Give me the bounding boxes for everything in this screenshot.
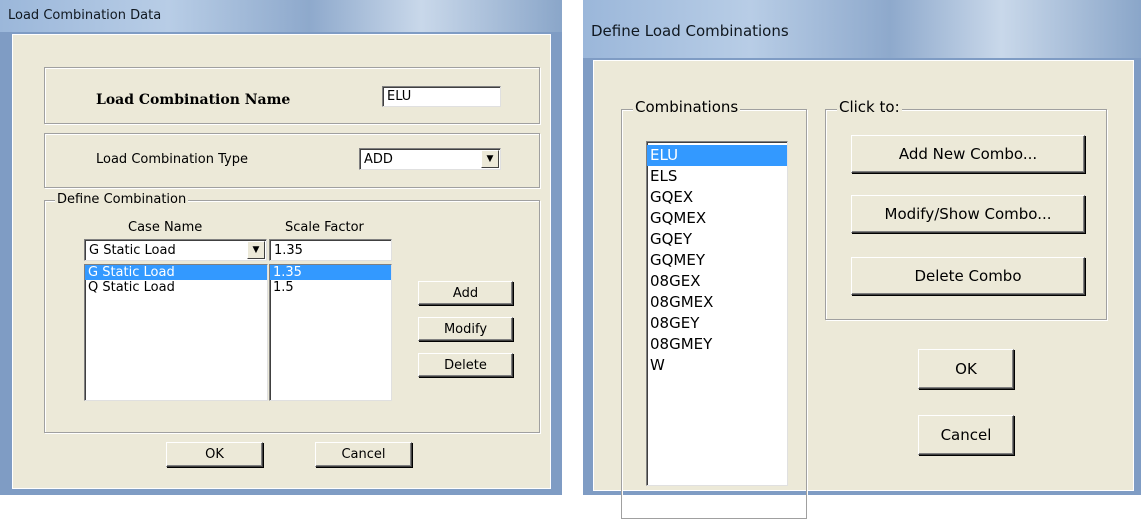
modify-show-combo-button[interactable]: Modify/Show Combo... bbox=[851, 195, 1085, 233]
case-list-item[interactable]: Q Static Load bbox=[85, 280, 267, 295]
cancel-button[interactable]: Cancel bbox=[315, 442, 412, 467]
scale-list[interactable]: 1.35 1.5 bbox=[269, 264, 392, 401]
title-bar: Define Load Combinations bbox=[583, 0, 1141, 58]
case-name-select[interactable]: G Static Load ▼ bbox=[84, 239, 267, 261]
combination-list-item[interactable]: GQEX bbox=[647, 187, 787, 208]
combination-list-item[interactable]: 08GMEY bbox=[647, 334, 787, 355]
combination-list-item[interactable]: ELS bbox=[647, 166, 787, 187]
combination-list-item[interactable]: GQMEY bbox=[647, 250, 787, 271]
combinations-list[interactable]: ELU ELS GQEX GQMEX GQEY GQMEY 08GEX 08GMEX 08GEY… bbox=[646, 141, 788, 486]
delete-combo-button[interactable]: Delete Combo bbox=[851, 257, 1085, 295]
dialog-title: Define Load Combinations bbox=[591, 22, 789, 40]
ok-button[interactable]: OK bbox=[166, 442, 263, 467]
chevron-down-icon[interactable]: ▼ bbox=[481, 150, 499, 168]
combination-list-item[interactable]: 08GMEX bbox=[647, 292, 787, 313]
load-combination-data-dialog: Load Combination Data Load Combination N… bbox=[0, 0, 562, 495]
combination-type-label: Load Combination Type bbox=[96, 152, 248, 167]
combinations-list-items: ELU ELS GQEX GQMEX GQEY GQMEY 08GEX 08GMEX 08GEY… bbox=[647, 145, 787, 376]
case-list-items: G Static Load Q Static Load bbox=[85, 265, 267, 295]
case-name-select-value: G Static Load bbox=[89, 242, 176, 258]
combination-list-item[interactable]: W bbox=[647, 355, 787, 376]
case-list-item[interactable]: G Static Load bbox=[85, 265, 267, 280]
define-combination-legend: Define Combination bbox=[55, 192, 189, 208]
scale-factor-input[interactable]: 1.35 bbox=[269, 239, 392, 261]
combination-name-input[interactable]: ELU bbox=[382, 86, 501, 107]
scale-factor-header: Scale Factor bbox=[285, 220, 364, 235]
click-to-legend: Click to: bbox=[837, 98, 902, 116]
combination-list-item[interactable]: ELU bbox=[647, 145, 787, 166]
add-button[interactable]: Add bbox=[418, 281, 513, 305]
title-bar: Load Combination Data bbox=[0, 0, 562, 32]
delete-button[interactable]: Delete bbox=[418, 353, 513, 377]
scale-list-items: 1.35 1.5 bbox=[270, 265, 391, 295]
dialog-body: Combinations ELU ELS GQEX GQMEX GQEY GQMEY 08G… bbox=[593, 60, 1134, 519]
add-new-combo-button[interactable]: Add New Combo... bbox=[851, 135, 1085, 173]
scale-list-item[interactable]: 1.35 bbox=[270, 265, 391, 280]
cancel-button[interactable]: Cancel bbox=[918, 415, 1014, 455]
combination-type-value: ADD bbox=[364, 151, 393, 167]
modify-button[interactable]: Modify bbox=[418, 317, 513, 341]
combination-list-item[interactable]: GQEY bbox=[647, 229, 787, 250]
scale-list-item[interactable]: 1.5 bbox=[270, 280, 391, 295]
dialog-title: Load Combination Data bbox=[8, 8, 162, 23]
case-list[interactable]: G Static Load Q Static Load bbox=[84, 264, 268, 401]
case-name-header: Case Name bbox=[128, 220, 203, 235]
combination-list-item[interactable]: 08GEX bbox=[647, 271, 787, 292]
dialog-body: Load Combination Name ELU Load Combinati… bbox=[12, 34, 551, 489]
combination-type-select[interactable]: ADD ▼ bbox=[359, 148, 501, 170]
combination-name-label: Load Combination Name bbox=[96, 92, 291, 108]
define-load-combinations-dialog: Define Load Combinations Combinations EL… bbox=[583, 0, 1141, 519]
combination-list-item[interactable]: 08GEY bbox=[647, 313, 787, 334]
ok-button[interactable]: OK bbox=[918, 349, 1014, 389]
combinations-legend: Combinations bbox=[633, 98, 741, 116]
chevron-down-icon[interactable]: ▼ bbox=[247, 241, 265, 259]
combination-list-item[interactable]: GQMEX bbox=[647, 208, 787, 229]
